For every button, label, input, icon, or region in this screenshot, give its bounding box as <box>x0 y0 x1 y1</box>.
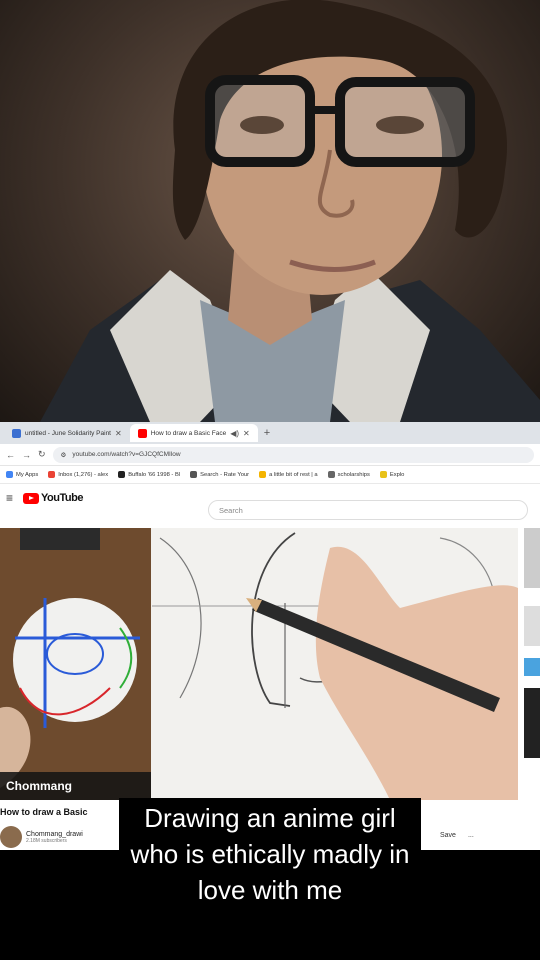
tab-youtube[interactable]: How to draw a Basic Face ◀) ✕ <box>129 424 258 442</box>
explore-icon <box>379 471 387 478</box>
url-text: youtube.com/watch?v=GJCQfCMIlow <box>72 451 181 458</box>
close-tab-icon[interactable]: ✕ <box>115 429 122 438</box>
folder-icon <box>327 471 335 478</box>
bookmark-icon <box>259 471 267 478</box>
forward-icon[interactable]: → <box>22 450 31 460</box>
browser-tab-bar: untitled - June Solidarity Paint ✕ How t… <box>0 422 540 444</box>
speaker-icon[interactable]: ◀) <box>230 429 239 438</box>
caption-line-2: who is ethically madly in <box>130 839 410 869</box>
paint-favicon-icon <box>12 428 21 438</box>
caption-line-3: love with me <box>197 875 343 905</box>
gmail-icon <box>48 471 56 478</box>
new-tab-icon[interactable]: + <box>258 427 276 439</box>
inset-channel-label: Chommang <box>0 772 151 800</box>
caption-line-1: Drawing an anime girl <box>144 803 396 833</box>
back-icon[interactable]: ← <box>6 450 15 460</box>
tab-label: untitled - June Solidarity Paint <box>25 429 111 437</box>
search-icon <box>190 471 198 478</box>
bookmark-scholarships[interactable]: scholarships <box>327 471 370 478</box>
film-icon <box>118 471 126 478</box>
tab-untitled[interactable]: untitled - June Solidarity Paint ✕ <box>4 424 130 442</box>
bookmark-rest[interactable]: a little bit of rest | a <box>259 471 318 478</box>
site-settings-icon[interactable]: ⚙ <box>61 451 67 459</box>
bookmark-buffalo[interactable]: Buffalo '66 1998 - Bl <box>118 471 180 478</box>
apps-icon <box>6 471 13 478</box>
reload-icon[interactable]: ↻ <box>38 449 46 460</box>
search-input[interactable]: Search <box>208 500 528 520</box>
youtube-logo[interactable]: YouTube <box>23 492 83 504</box>
caption-overlay: Drawing an anime girl who is ethically m… <box>0 798 540 910</box>
recommended-sidebar <box>524 528 540 800</box>
bookmarks-bar: My Apps Inbox (1,276) - alex Buffalo '66… <box>0 466 540 484</box>
caption-text: Drawing an anime girl who is ethically m… <box>118 798 422 910</box>
menu-icon[interactable]: ≡ <box>6 491 13 505</box>
foam-ball-image <box>0 528 140 788</box>
video-player[interactable]: Chommang <box>0 528 518 800</box>
youtube-play-icon <box>23 492 40 504</box>
bookmark-inbox[interactable]: Inbox (1,276) - alex <box>48 471 108 478</box>
tab-label: How to draw a Basic Face <box>150 429 227 437</box>
bookmark-explore[interactable]: Explo <box>379 471 404 478</box>
close-tab-icon[interactable]: ✕ <box>243 429 250 438</box>
webcam-person-image <box>40 0 540 422</box>
bookmark-search-rym[interactable]: Search - Rate Your <box>190 471 249 478</box>
youtube-favicon-icon <box>137 428 147 438</box>
reference-video-inset: Chommang <box>0 528 151 800</box>
address-row: ← → ↻ ⚙ youtube.com/watch?v=GJCQfCMIlow <box>0 444 540 466</box>
screen-capture: untitled - June Solidarity Paint ✕ How t… <box>0 422 540 850</box>
url-bar[interactable]: ⚙ youtube.com/watch?v=GJCQfCMIlow <box>52 446 534 463</box>
webcam-feed <box>0 0 540 422</box>
bookmark-my-apps[interactable]: My Apps <box>6 471 38 478</box>
